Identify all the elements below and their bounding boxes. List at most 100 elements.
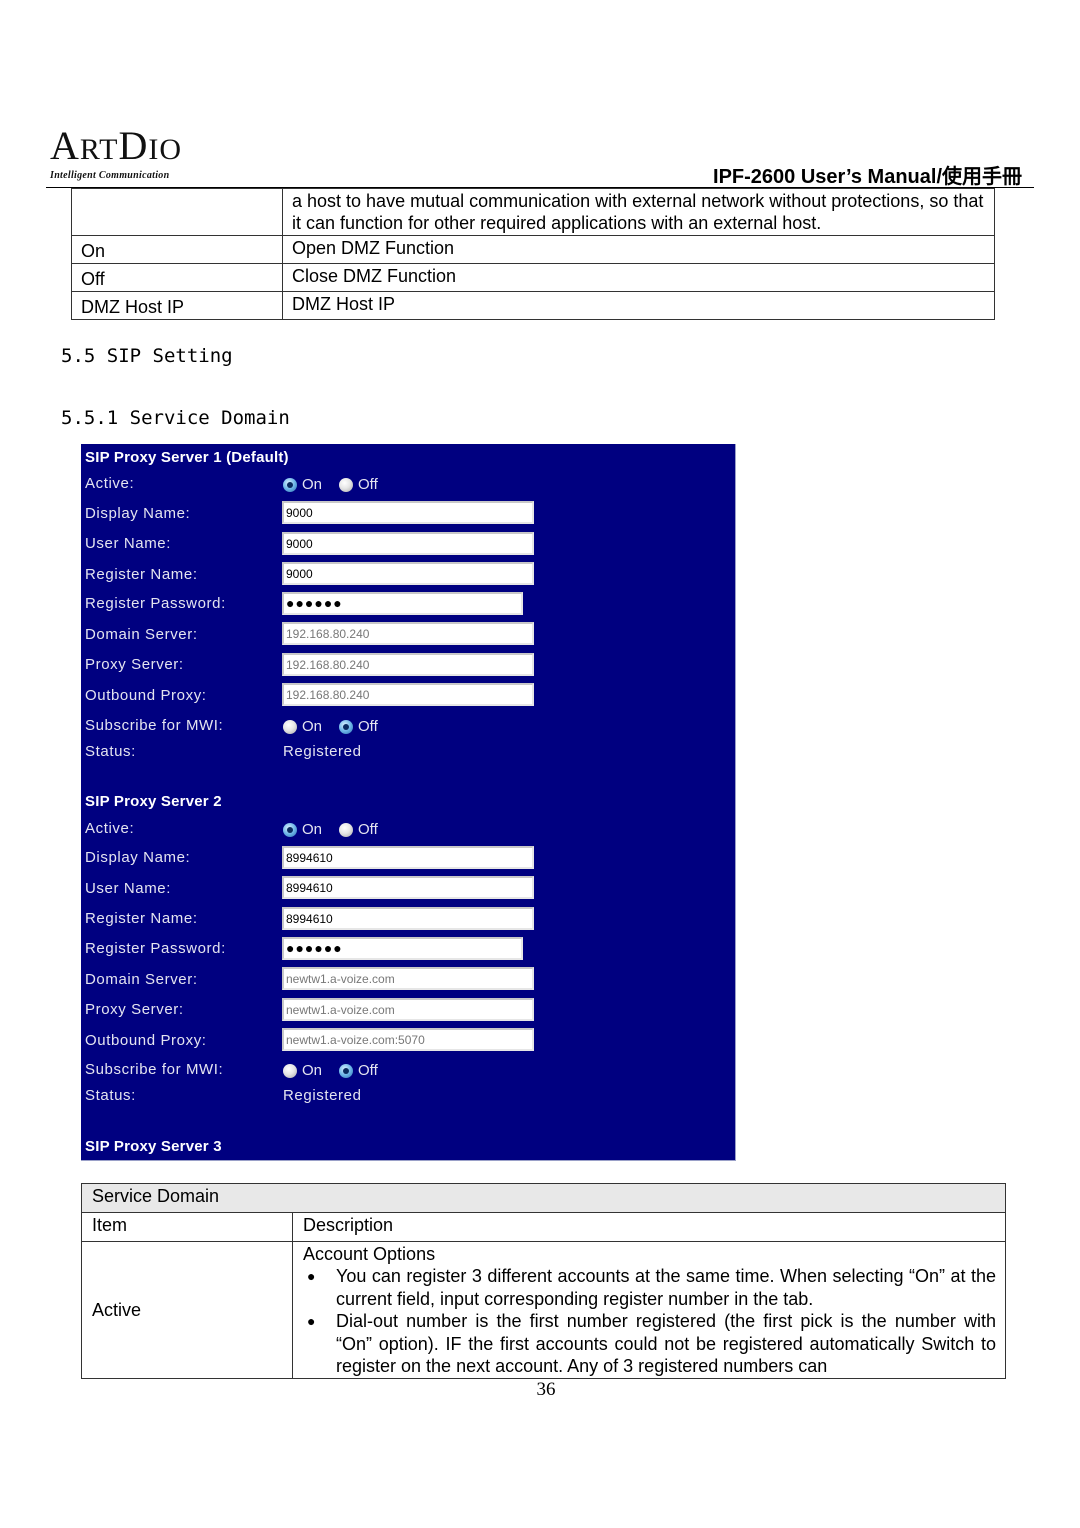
bullet-list: ● You can register 3 different accounts a… xyxy=(303,1265,996,1378)
server-1-status-value: Registered xyxy=(283,743,362,760)
register-password-label: Register Password: xyxy=(85,940,226,957)
bullet-icon: ● xyxy=(307,1313,316,1329)
proxy-server-label: Proxy Server: xyxy=(85,656,184,673)
subsection-heading: 5.5.1 Service Domain xyxy=(61,407,290,429)
dmz-table: a host to have mutual communication with… xyxy=(71,188,995,320)
table-row: Active Account Options ● You can register… xyxy=(81,1241,1006,1379)
server-2-title: SIP Proxy Server 2 xyxy=(85,793,222,810)
radio-label: On xyxy=(302,476,323,493)
logo-tagline: Intelligent Communication xyxy=(50,170,170,181)
server-2-mwi-off-radio[interactable]: Off xyxy=(339,1062,378,1079)
server-2-display-name-input[interactable]: 8994610 xyxy=(282,846,534,869)
table-cell-item: Off xyxy=(71,263,283,292)
table-cell-description: a host to have mutual communication with… xyxy=(282,188,995,236)
service-domain-table: Service Domain Item Description Active A… xyxy=(81,1183,1006,1379)
table-header-row: Item Description xyxy=(81,1212,1006,1242)
server-2-mwi-on-radio[interactable]: On xyxy=(283,1062,322,1079)
radio-unchecked-icon xyxy=(283,719,297,734)
radio-label: Off xyxy=(358,821,378,838)
server-1-active-on-radio[interactable]: On xyxy=(283,476,322,493)
radio-checked-icon xyxy=(283,477,297,492)
server-2-proxy-server-input[interactable]: newtw1.a-voize.com xyxy=(282,998,534,1021)
server-1-proxy-server-input[interactable]: 192.168.80.240 xyxy=(282,653,534,676)
server-1-register-name-input[interactable]: 9000 xyxy=(282,562,534,585)
column-header-item: Item xyxy=(81,1212,293,1242)
display-name-label: Display Name: xyxy=(85,505,191,522)
table-row: DMZ Host IP DMZ Host IP xyxy=(71,291,995,320)
server-2-mwi-radio-group: On Off xyxy=(283,1062,395,1079)
proxy-server-label: Proxy Server: xyxy=(85,1001,184,1018)
radio-checked-icon xyxy=(339,1063,354,1078)
server-2-domain-server-input[interactable]: newtw1.a-voize.com xyxy=(282,967,534,990)
table-cell-item: DMZ Host IP xyxy=(71,291,283,320)
server-2-active-radio-group: On Off xyxy=(283,821,395,838)
section-heading: 5.5 SIP Setting xyxy=(61,345,233,367)
display-name-label: Display Name: xyxy=(85,849,191,866)
table-cell-item: Active xyxy=(81,1241,293,1379)
server-1-active-radio-group: On Off xyxy=(283,476,395,493)
server-1-display-name-input[interactable]: 9000 xyxy=(282,501,534,524)
active-label: Active: xyxy=(85,820,135,837)
server-1-register-password-input[interactable]: ●●●●●● xyxy=(282,592,523,615)
manual-title: IPF-2600 User’s Manual/使用手冊 xyxy=(713,166,1022,188)
server-1-title: SIP Proxy Server 1 (Default) xyxy=(85,449,289,466)
user-name-label: User Name: xyxy=(85,880,172,897)
domain-server-label: Domain Server: xyxy=(85,971,198,988)
subscribe-mwi-label: Subscribe for MWI: xyxy=(85,1061,224,1078)
radio-checked-icon xyxy=(339,719,354,734)
page-number: 36 xyxy=(536,1379,556,1400)
server-3-title: SIP Proxy Server 3 xyxy=(85,1138,222,1155)
register-password-label: Register Password: xyxy=(85,595,226,612)
domain-server-label: Domain Server: xyxy=(85,626,198,643)
table-cell-description: Account Options ● You can register 3 diff… xyxy=(292,1241,1006,1379)
table-row: a host to have mutual communication with… xyxy=(71,188,995,236)
radio-unchecked-icon xyxy=(283,1063,297,1078)
table-cell-item xyxy=(71,188,283,236)
radio-checked-icon xyxy=(283,822,297,837)
radio-label: Off xyxy=(358,476,378,493)
list-item-text: You can register 3 different accounts at… xyxy=(336,1266,996,1309)
logo-wordmark: ARTDIO xyxy=(50,123,182,168)
table-row: Off Close DMZ Function xyxy=(71,263,995,292)
table-cell-item: On xyxy=(71,235,283,264)
server-2-active-on-radio[interactable]: On xyxy=(283,821,322,838)
server-1-mwi-radio-group: On Off xyxy=(283,718,395,735)
server-1-mwi-on-radio[interactable]: On xyxy=(283,718,322,735)
server-2-user-name-input[interactable]: 8994610 xyxy=(282,876,534,899)
sip-settings-panel: SIP Proxy Server 1 (Default) Active: On … xyxy=(81,444,736,1161)
list-item: ● Dial-out number is the first number reg… xyxy=(303,1310,996,1378)
radio-label: On xyxy=(302,718,323,735)
server-2-outbound-proxy-input[interactable]: newtw1.a-voize.com:5070 xyxy=(282,1028,534,1051)
bullet-icon: ● xyxy=(307,1268,316,1284)
server-2-status-value: Registered xyxy=(283,1087,362,1104)
server-1-outbound-proxy-input[interactable]: 192.168.80.240 xyxy=(282,683,534,706)
artdio-logo: ARTDIO Intelligent Communication xyxy=(50,123,210,182)
server-1-active-off-radio[interactable]: Off xyxy=(339,476,378,493)
subscribe-mwi-label: Subscribe for MWI: xyxy=(85,717,224,734)
table-cell-description: DMZ Host IP xyxy=(282,291,995,320)
table-title: Service Domain xyxy=(81,1183,1006,1213)
server-2-register-name-input[interactable]: 8994610 xyxy=(282,907,534,930)
server-2-active-off-radio[interactable]: Off xyxy=(339,821,378,838)
radio-unchecked-icon xyxy=(339,822,354,837)
server-1-domain-server-input[interactable]: 192.168.80.240 xyxy=(282,622,534,645)
active-label: Active: xyxy=(85,475,135,492)
server-1-mwi-off-radio[interactable]: Off xyxy=(339,718,378,735)
radio-label: On xyxy=(302,821,323,838)
status-label: Status: xyxy=(85,743,136,760)
radio-unchecked-icon xyxy=(339,477,354,492)
user-name-label: User Name: xyxy=(85,535,172,552)
table-row: On Open DMZ Function xyxy=(71,235,995,264)
description-title: Account Options xyxy=(303,1244,436,1264)
server-2-register-password-input[interactable]: ●●●●●● xyxy=(282,937,523,960)
outbound-proxy-label: Outbound Proxy: xyxy=(85,687,207,704)
status-label: Status: xyxy=(85,1087,136,1104)
outbound-proxy-label: Outbound Proxy: xyxy=(85,1032,207,1049)
radio-label: Off xyxy=(358,1062,378,1079)
server-1-user-name-input[interactable]: 9000 xyxy=(282,532,534,555)
radio-label: Off xyxy=(358,718,378,735)
column-header-description: Description xyxy=(292,1212,1006,1242)
table-cell-description: Close DMZ Function xyxy=(282,263,995,292)
radio-label: On xyxy=(302,1062,323,1079)
table-cell-description: Open DMZ Function xyxy=(282,235,995,264)
